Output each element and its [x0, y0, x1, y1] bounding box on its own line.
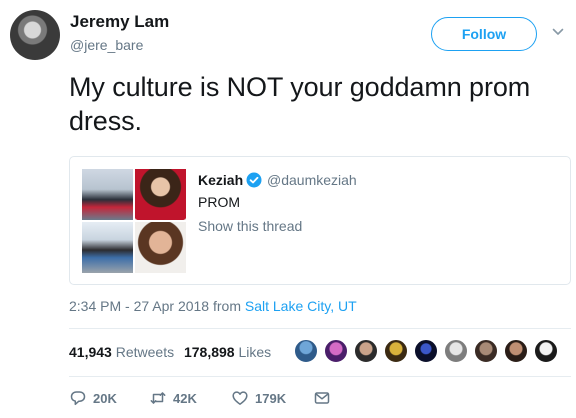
liker-avatar[interactable]	[533, 338, 559, 364]
quoted-tweet-images[interactable]	[82, 169, 186, 273]
retweet-count: 42K	[173, 390, 197, 406]
quoted-tweet-text: PROM	[198, 194, 240, 210]
reply-action[interactable]: 20K	[69, 388, 117, 408]
envelope-icon	[314, 392, 330, 404]
liker-avatar[interactable]	[503, 338, 529, 364]
timestamp-time[interactable]: 2:34 PM - 27 Apr 2018 from	[69, 298, 245, 314]
like-action[interactable]: 179K	[231, 388, 286, 408]
quoted-image-2[interactable]	[135, 169, 186, 220]
follow-button[interactable]: Follow	[431, 17, 537, 51]
author-handle[interactable]: @jere_bare	[70, 37, 143, 53]
liker-avatar[interactable]	[473, 338, 499, 364]
heart-icon	[232, 391, 248, 405]
liker-avatar[interactable]	[323, 338, 349, 364]
verified-badge-icon	[246, 172, 262, 188]
retweets-count: 41,943	[69, 344, 112, 360]
direct-message-action[interactable]	[313, 388, 331, 408]
quoted-author-name: Keziah	[198, 172, 244, 188]
likes-count: 178,898	[183, 344, 235, 360]
reply-icon	[70, 391, 86, 406]
liker-avatar[interactable]	[293, 338, 319, 364]
quoted-image-3[interactable]	[82, 222, 133, 273]
tweet-timestamp: 2:34 PM - 27 Apr 2018 from Salt Lake Cit…	[69, 298, 357, 314]
show-thread-link[interactable]: Show this thread	[198, 218, 302, 234]
divider-top	[69, 328, 571, 329]
quoted-author-handle: @daumkeziah	[267, 172, 357, 188]
chevron-down-icon[interactable]	[552, 26, 564, 38]
divider-bottom	[69, 376, 571, 377]
likes-label: Likes	[238, 344, 272, 360]
liker-avatar[interactable]	[443, 338, 469, 364]
retweets-stat[interactable]: 41,943 Retweets	[69, 344, 174, 360]
author-name[interactable]: Jeremy Lam	[70, 12, 169, 32]
author-avatar[interactable]	[10, 10, 60, 60]
liker-avatar[interactable]	[353, 338, 379, 364]
location-link[interactable]: Salt Lake City, UT	[245, 298, 357, 314]
retweet-action[interactable]: 42K	[149, 388, 197, 408]
engagement-stats: 41,943 Retweets 178,898 Likes	[69, 344, 271, 360]
like-count: 179K	[255, 390, 287, 406]
quoted-image-4[interactable]	[135, 222, 186, 273]
reply-count: 20K	[93, 390, 117, 406]
quoted-image-1[interactable]	[82, 169, 133, 220]
tweet-text: My culture is NOT your goddamn prom dres…	[69, 72, 531, 136]
liker-avatar[interactable]	[413, 338, 439, 364]
retweets-label: Retweets	[115, 344, 175, 360]
retweet-icon	[150, 392, 166, 404]
liker-avatar[interactable]	[383, 338, 409, 364]
likes-stat[interactable]: 178,898 Likes	[184, 344, 271, 360]
quoted-tweet-card[interactable]: Keziah @daumkeziah PROM Show this thread	[69, 156, 571, 285]
